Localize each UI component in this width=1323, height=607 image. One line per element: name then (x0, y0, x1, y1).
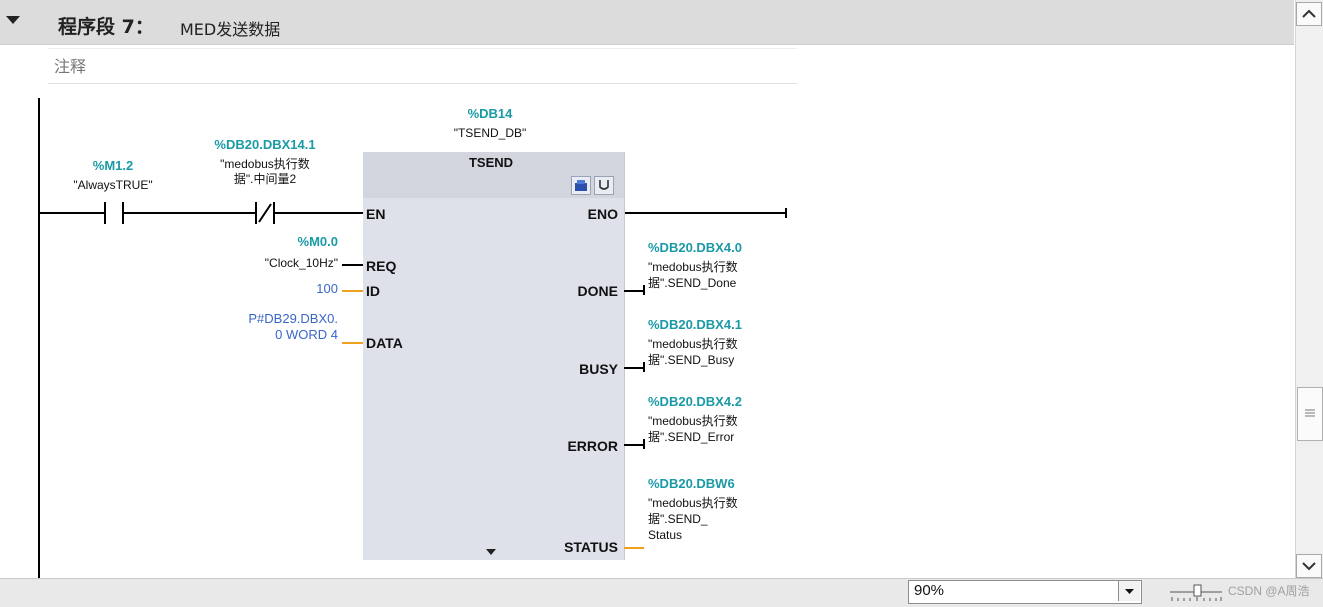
network-comment-text: 注释 (54, 57, 87, 76)
data-value-line1[interactable]: P#DB29.DBX0. (200, 311, 338, 327)
wire-busy (624, 367, 644, 369)
contact2-name-line1[interactable]: "medobus执行数 (200, 157, 330, 172)
scroll-up-icon[interactable] (1296, 2, 1322, 26)
req-name[interactable]: "Clock_10Hz" (220, 256, 338, 271)
zoom-slider-icon[interactable] (1168, 583, 1224, 603)
id-value[interactable]: 100 (270, 281, 338, 297)
contact2-name-line2[interactable]: 据".中间量2 (200, 172, 330, 187)
scroll-down-icon[interactable] (1296, 554, 1322, 578)
error-name-line1[interactable]: "medobus执行数 (648, 414, 738, 429)
block-checksum-icon[interactable] (594, 176, 614, 195)
instance-db-name[interactable]: "TSEND_DB" (420, 126, 560, 141)
wire-eno-end (785, 208, 787, 218)
wire-contact1-to-contact2 (124, 212, 256, 214)
done-name-line1[interactable]: "medobus执行数 (648, 260, 738, 275)
wire-busy-end (643, 362, 645, 372)
status-name-line2[interactable]: 据".SEND_ (648, 512, 708, 527)
busy-address[interactable]: %DB20.DBX4.1 (648, 317, 742, 332)
block-expand-icon[interactable] (486, 549, 496, 555)
vertical-scrollbar[interactable] (1295, 0, 1323, 578)
error-address[interactable]: %DB20.DBX4.2 (648, 394, 742, 409)
watermark: CSDN @A周浩 (1228, 584, 1310, 598)
tsend-block-title: TSEND (468, 155, 514, 170)
zoom-value: 90% (914, 582, 945, 599)
pin-status: STATUS (564, 539, 618, 555)
contact2-negation-slash (258, 203, 272, 223)
power-rail (38, 98, 40, 578)
wire-status (624, 547, 644, 549)
done-address[interactable]: %DB20.DBX4.0 (648, 240, 742, 255)
status-name-line3[interactable]: Status (648, 528, 682, 543)
wire-rail-to-contact1 (40, 212, 105, 214)
req-address[interactable]: %M0.0 (270, 234, 338, 249)
done-name-line2[interactable]: 据".SEND_Done (648, 276, 736, 291)
busy-name-line1[interactable]: "medobus执行数 (648, 337, 738, 352)
pin-data: DATA (366, 335, 403, 351)
pin-id: ID (366, 283, 380, 299)
network-comment-field[interactable] (48, 48, 797, 84)
block-online-icon[interactable] (571, 176, 591, 195)
network-title[interactable]: MED发送数据 (180, 16, 280, 40)
dropdown-arrow-icon[interactable] (1118, 581, 1140, 601)
wire-req (342, 264, 363, 266)
wire-contact2-to-en (275, 212, 363, 214)
collapse-triangle-icon[interactable] (6, 16, 20, 24)
pin-done: DONE (577, 283, 618, 299)
contact1-name[interactable]: "AlwaysTRUE" (58, 178, 168, 193)
contact2-address[interactable]: %DB20.DBX14.1 (200, 137, 330, 152)
pin-busy: BUSY (579, 361, 618, 377)
wire-id (342, 290, 363, 292)
contact1-left-bar (104, 202, 106, 224)
instance-db-address[interactable]: %DB14 (420, 106, 560, 121)
wire-eno-out (624, 212, 787, 214)
pin-error: ERROR (567, 438, 618, 454)
wire-done (624, 290, 644, 292)
scroll-grip-icon (1305, 409, 1315, 417)
wire-data (342, 342, 363, 344)
status-address[interactable]: %DB20.DBW6 (648, 476, 735, 491)
contact1-address[interactable]: %M1.2 (70, 158, 156, 173)
wire-error-end (643, 439, 645, 449)
network-label: 程序段 7： (58, 16, 154, 38)
pin-en: EN (366, 206, 386, 222)
wire-done-end (643, 285, 645, 295)
busy-name-line2[interactable]: 据".SEND_Busy (648, 353, 734, 368)
wire-error (624, 444, 644, 446)
pin-req: REQ (366, 258, 397, 274)
status-name-line1[interactable]: "medobus执行数 (648, 496, 738, 511)
error-name-line2[interactable]: 据".SEND_Error (648, 430, 734, 445)
pin-eno: ENO (587, 206, 618, 222)
scroll-thumb[interactable] (1297, 387, 1323, 441)
data-value-line2[interactable]: 0 WORD 4 (200, 327, 338, 343)
